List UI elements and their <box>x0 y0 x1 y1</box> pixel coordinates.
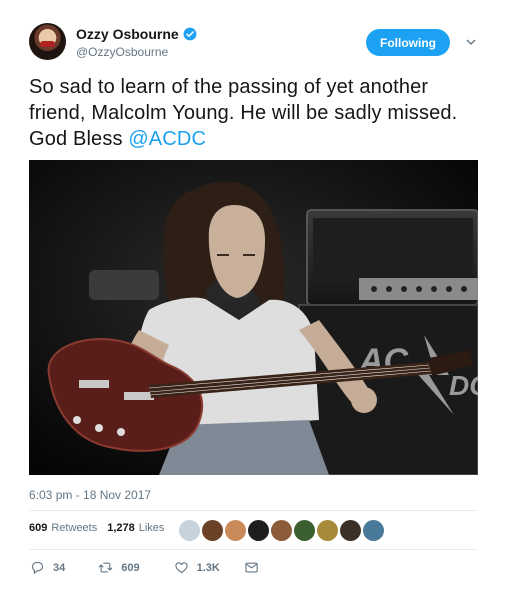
user-handle[interactable]: @OzzyOsbourne <box>76 45 168 59</box>
tweet-photo[interactable]: AC DC <box>29 160 478 475</box>
like-icon <box>174 562 188 574</box>
liker-avatar[interactable] <box>363 520 384 541</box>
tweet-timestamp[interactable]: 6:03 pm - 18 Nov 2017 <box>29 488 151 502</box>
like-count: 1.3K <box>196 561 220 574</box>
mention-link[interactable]: @ACDC <box>128 128 206 150</box>
retweets-count[interactable]: 609 <box>29 522 47 534</box>
liker-avatar[interactable] <box>271 520 292 541</box>
user-name-row[interactable]: Ozzy Osbourne <box>76 26 197 42</box>
reply-icon <box>31 561 44 575</box>
likes-label[interactable]: Likes <box>139 522 165 534</box>
retweet-count: 609 <box>121 561 140 574</box>
liker-avatar[interactable] <box>225 520 246 541</box>
display-name[interactable]: Ozzy Osbourne <box>76 26 179 42</box>
tweet-actions: 34 609 1.3K <box>29 560 259 575</box>
verified-badge-icon <box>183 27 197 41</box>
retweet-icon <box>98 562 113 573</box>
reply-button[interactable]: 34 <box>30 560 65 575</box>
liker-avatar[interactable] <box>317 520 338 541</box>
liker-avatar[interactable] <box>340 520 361 541</box>
liker-avatar[interactable] <box>294 520 315 541</box>
photo-illustration: AC DC <box>29 160 478 475</box>
like-button[interactable]: 1.3K <box>174 560 220 575</box>
liker-avatar[interactable] <box>202 520 223 541</box>
engagement-stats: 609 Retweets 1,278 Likes <box>29 522 174 534</box>
tweet-card: Ozzy Osbourne @OzzyOsbourne Following So… <box>0 0 507 598</box>
reply-count: 34 <box>53 561 66 574</box>
divider <box>29 549 478 550</box>
tweet-text: So sad to learn of the passing of yet an… <box>29 74 484 152</box>
svg-text:DC: DC <box>449 370 478 401</box>
chevron-down-icon[interactable] <box>466 38 476 46</box>
likes-count[interactable]: 1,278 <box>107 522 135 534</box>
retweet-button[interactable]: 609 <box>98 560 140 575</box>
liker-avatars <box>179 520 386 541</box>
avatar[interactable] <box>29 23 66 60</box>
direct-message-button[interactable] <box>244 560 259 575</box>
liker-avatar[interactable] <box>248 520 269 541</box>
liker-avatar[interactable] <box>179 520 200 541</box>
retweets-label[interactable]: Retweets <box>51 522 97 534</box>
tweet-text-body: So sad to learn of the passing of yet an… <box>29 76 458 150</box>
following-button[interactable]: Following <box>366 29 450 56</box>
divider <box>29 510 478 511</box>
direct-message-icon <box>245 562 258 573</box>
